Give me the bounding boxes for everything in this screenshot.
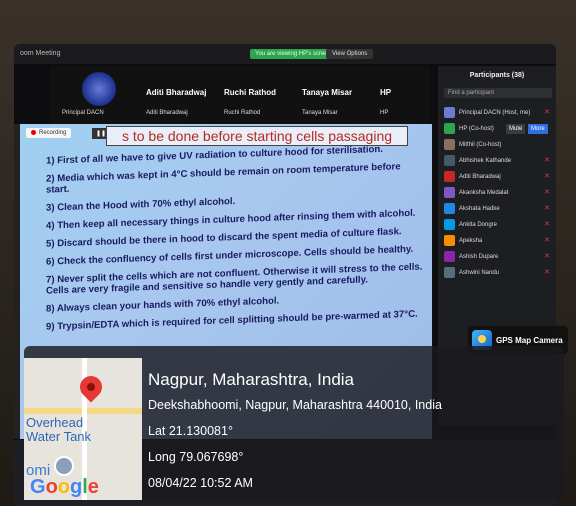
slide-title: s to be done before starting cells passa… <box>106 126 408 146</box>
tile-sub-name: Tanaya Misar <box>302 110 338 116</box>
participant-search-input[interactable]: Find a participant <box>444 88 552 98</box>
gallery-tile[interactable]: Aditi Bharadwaj Aditi Bharadwaj <box>146 66 220 124</box>
geotag-latitude: Lat 21.130081° <box>148 424 233 438</box>
participant-row[interactable]: Akanksha Medalat ✕ <box>444 186 554 200</box>
avatar <box>444 138 455 150</box>
tile-name: Aditi Bharadwaj <box>146 88 207 97</box>
institution-logo <box>82 72 116 106</box>
gallery-tile[interactable]: Ruchi Rathod Ruchi Rathod <box>224 66 294 124</box>
participant-name: Aditi Bharadwaj <box>459 174 501 180</box>
participant-name: HP (Co-host) <box>459 126 494 132</box>
avatar <box>444 122 455 134</box>
muted-mic-icon: ✕ <box>544 109 550 116</box>
avatar <box>444 170 455 182</box>
participant-row[interactable]: Principal DACN (Host, me) ✕ <box>444 106 554 120</box>
gallery-tile[interactable]: Tanaya Misar Tanaya Misar <box>302 66 372 124</box>
gallery-tile-host[interactable]: Principal DACN <box>50 66 130 124</box>
map-pin-icon <box>75 371 107 403</box>
participant-row[interactable]: Aditi Bharadwaj ✕ <box>444 170 554 184</box>
location-map-thumbnail: Overhead Water Tank omi Google <box>24 358 142 500</box>
geotag-overlay: Overhead Water Tank omi Google Nagpur, M… <box>24 346 564 500</box>
participant-row[interactable]: Ashish Dupare ✕ <box>444 250 554 264</box>
avatar <box>444 250 455 262</box>
window-title: oom Meeting <box>20 50 61 57</box>
avatar <box>444 106 455 118</box>
participant-row[interactable]: Apeksha ✕ <box>444 234 554 248</box>
participant-name: Mitthil (Co-host) <box>459 142 502 148</box>
participant-row[interactable]: Ankita Dongre ✕ <box>444 218 554 232</box>
participant-row[interactable]: Mitthil (Co-host) <box>444 138 554 152</box>
muted-mic-icon: ✕ <box>544 221 550 228</box>
map-location-icon <box>54 456 74 476</box>
mute-button[interactable]: Mute <box>506 124 526 134</box>
tile-sub-name: Aditi Bharadwaj <box>146 110 188 116</box>
participant-row[interactable]: Akshata Hadke ✕ <box>444 202 554 216</box>
tile-name: HP <box>380 88 392 97</box>
geotag-address: Deekshabhoomi, Nagpur, Maharashtra 44001… <box>148 398 442 412</box>
participant-name: Ashish Dupare <box>459 254 499 260</box>
participant-row[interactable]: HP (Co-host) Mute More <box>444 122 554 136</box>
avatar <box>444 218 455 230</box>
tile-name: Tanaya Misar <box>302 88 353 97</box>
geotag-datetime: 08/04/22 10:52 AM <box>148 476 253 490</box>
app-name-label: GPS Map Camera <box>496 336 563 345</box>
google-logo: Google <box>30 476 99 498</box>
window-titlebar: oom Meeting You are viewing HP's screen … <box>14 44 556 64</box>
avatar <box>444 154 455 166</box>
tile-sub-name: Ruchi Rathod <box>224 110 261 116</box>
tile-name: Ruchi Rathod <box>224 88 276 97</box>
participant-name: Principal DACN (Host, me) <box>459 110 531 116</box>
participant-row[interactable]: Abhishek Kathande ✕ <box>444 154 554 168</box>
avatar <box>444 186 455 198</box>
muted-mic-icon: ✕ <box>544 253 550 260</box>
muted-mic-icon: ✕ <box>544 269 550 276</box>
participant-name: Apeksha <box>459 238 483 244</box>
geotag-longitude: Long 79.067698° <box>148 450 244 464</box>
muted-mic-icon: ✕ <box>544 173 550 180</box>
gallery-tile[interactable]: HP HP <box>380 66 420 124</box>
map-landmark-label: Overhead Water Tank <box>26 415 92 444</box>
participants-header: Participants (38) <box>469 72 525 79</box>
muted-mic-icon: ✕ <box>544 189 550 196</box>
more-button[interactable]: More <box>528 124 548 134</box>
avatar <box>444 234 455 246</box>
host-name-label: Principal DACN <box>62 110 104 116</box>
viewing-screen-banner: You are viewing HP's screen <box>250 49 336 59</box>
video-gallery-strip: Principal DACN Aditi Bharadwaj Aditi Bha… <box>50 66 456 124</box>
geotag-city: Nagpur, Maharashtra, India <box>148 370 355 389</box>
participant-name: Ankita Dongre <box>459 222 498 228</box>
participant-row[interactable]: Ashwini Nandu ✕ <box>444 266 554 280</box>
muted-mic-icon: ✕ <box>544 157 550 164</box>
recording-indicator[interactable]: Recording <box>26 128 72 139</box>
participant-name: Akshata Hadke <box>459 206 500 212</box>
muted-mic-icon: ✕ <box>544 237 550 244</box>
participant-name: Akanksha Medalat <box>459 190 509 196</box>
muted-mic-icon: ✕ <box>544 205 550 212</box>
participant-name: Ashwini Nandu <box>459 270 500 276</box>
tile-sub-name: HP <box>380 110 389 116</box>
view-options-button[interactable]: View Options <box>326 49 374 59</box>
participant-name: Abhishek Kathande <box>459 158 512 164</box>
avatar <box>444 266 455 278</box>
avatar <box>444 202 455 214</box>
slide-steps-list: 1) First of all we have to give UV radia… <box>46 142 426 339</box>
